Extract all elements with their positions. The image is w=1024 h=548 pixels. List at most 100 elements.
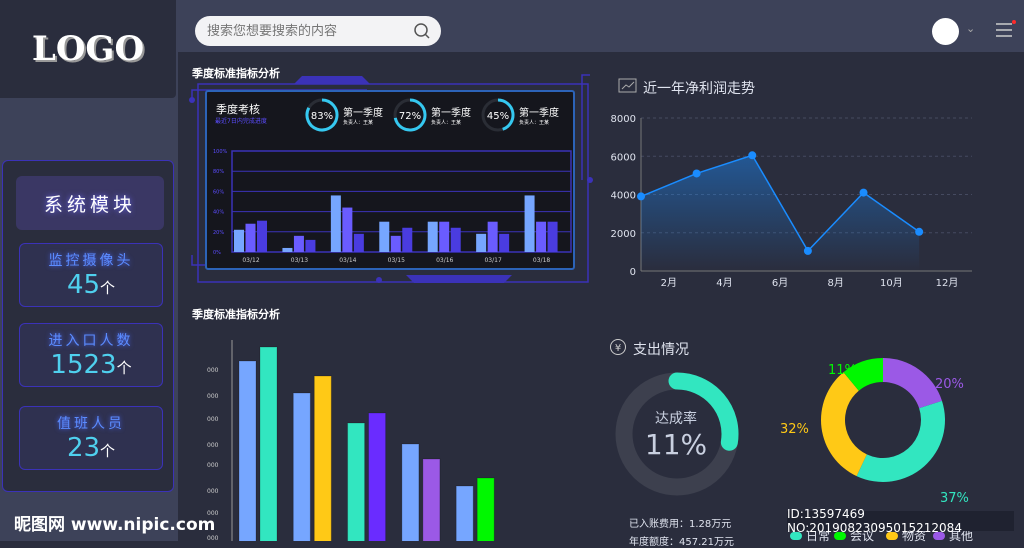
gauge-value: 11% [644, 428, 708, 461]
logo[interactable]: LOGO [0, 0, 176, 98]
area-fill [641, 155, 920, 271]
bar [353, 233, 364, 252]
y-tick-label: 000 [207, 367, 219, 374]
bar [536, 221, 547, 252]
stat-value: 23 [66, 433, 101, 463]
search-input[interactable] [195, 16, 441, 46]
ring-value: 45% [487, 111, 509, 122]
profit-line-chart: 0 2000 4000 6000 8000 2月 4月 6月 8月 10月 12月 [611, 114, 972, 289]
bar [499, 233, 510, 252]
gauge-owner: 负责人：王某 [431, 120, 462, 126]
y-tick-label: 6000 [611, 152, 636, 163]
bar [330, 195, 341, 252]
bar [390, 235, 401, 252]
section-title: 季度标准指标分析 [192, 308, 280, 321]
quarter-bar-chart: 0% 20% 40% 60% 80% 100% 03/12 03/13 03/14 03/15 03… [213, 149, 572, 264]
y-tick-label: 60% [213, 189, 224, 195]
y-tick-label: 0% [213, 250, 221, 256]
x-tick-label: 03/14 [339, 257, 356, 264]
module-title[interactable]: 系统模块 [16, 176, 164, 230]
bar [292, 392, 311, 541]
gauge-owner: 负责人：王某 [519, 120, 550, 126]
stat-label: 监控摄像头 [48, 253, 134, 269]
bar [368, 412, 387, 541]
bar [347, 422, 366, 541]
data-point [803, 246, 812, 255]
y-tick-label: 000 [207, 488, 219, 495]
bar [487, 221, 498, 252]
x-tick-label: 10月 [880, 277, 903, 289]
panel-title: 季度考核 [216, 103, 260, 116]
x-tick-label: 12月 [936, 277, 959, 289]
progress-ring: 72% [393, 98, 427, 132]
donut-slice [883, 358, 942, 409]
bar [439, 221, 450, 252]
slice-label: 32% [780, 422, 809, 437]
x-tick-label: 6月 [772, 277, 788, 289]
bar [524, 195, 535, 252]
bar [476, 477, 495, 541]
stat-unit: 个 [100, 442, 116, 460]
expense-title: 支出情况 [633, 342, 689, 358]
y-tick-label: 000 [207, 510, 219, 517]
data-point [915, 227, 924, 236]
bar [401, 443, 420, 541]
expense-donut-chart: 20% 37% 32% 11% [780, 358, 969, 506]
svg-text:¥: ¥ [615, 343, 621, 354]
bottom-bar-chart: 000 000 000 000 000 000 000 000 [207, 340, 495, 541]
menu-icon[interactable] [995, 20, 1017, 40]
stat-value: 1523 [50, 350, 117, 380]
stat-card-entries[interactable]: 进入口人数 1523个 [19, 323, 163, 387]
panel-subtitle: 最近7日内完成进度 [215, 118, 267, 125]
x-tick-label: 03/16 [436, 257, 453, 264]
gauge-label: 第一季度 [431, 108, 471, 119]
bar [476, 233, 487, 252]
donut-slice [856, 400, 945, 482]
stat-label: 值班人员 [57, 416, 125, 432]
y-tick-label: 4000 [611, 191, 636, 202]
bar [259, 346, 278, 541]
data-point [637, 192, 645, 201]
bar [282, 247, 293, 252]
y-tick-label: 100% [213, 149, 228, 155]
stat-card-cameras[interactable]: 监控摄像头 45个 [19, 243, 163, 307]
stat-card-staff[interactable]: 值班人员 23个 [19, 406, 163, 470]
ring-value: 83% [311, 111, 333, 122]
stat-label: 进入口人数 [48, 333, 134, 349]
stat-value: 45 [66, 270, 101, 300]
search-icon[interactable] [413, 22, 431, 40]
y-tick-label: 2000 [611, 229, 636, 240]
y-tick-label: 000 [207, 535, 219, 541]
y-tick-label: 000 [207, 462, 219, 469]
y-tick-label: 000 [207, 416, 219, 423]
bar [313, 375, 332, 541]
x-tick-label: 03/17 [484, 257, 501, 264]
y-tick-label: 000 [207, 393, 219, 400]
x-tick-label: 03/12 [242, 257, 259, 264]
progress-ring: 45% [481, 98, 515, 132]
y-tick-label: 20% [213, 230, 224, 236]
yen-icon: ¥ [610, 339, 626, 355]
data-point [859, 188, 868, 197]
bar [455, 485, 474, 541]
y-tick-label: 8000 [611, 114, 636, 125]
plot-border [231, 150, 572, 253]
line-chart-title: 近一年净利润走势 [643, 81, 755, 97]
bar [402, 227, 413, 252]
bar [547, 221, 558, 252]
bar [379, 221, 390, 252]
x-tick-label: 2月 [661, 277, 677, 289]
avatar[interactable] [932, 18, 959, 45]
x-tick-label: 8月 [828, 277, 844, 289]
chart-icon [618, 78, 637, 93]
slice-label: 37% [940, 491, 969, 506]
slice-label: 20% [935, 377, 964, 392]
chevron-down-icon[interactable]: ⌄ [966, 22, 975, 35]
gauge-label: 第一季度 [343, 108, 383, 119]
bar [234, 229, 244, 252]
stat-unit: 个 [100, 279, 116, 297]
stat-unit: 个 [116, 359, 132, 377]
x-tick-label: 03/15 [388, 257, 405, 264]
y-tick-label: 0 [630, 267, 636, 278]
slice-label: 11% [828, 363, 857, 378]
